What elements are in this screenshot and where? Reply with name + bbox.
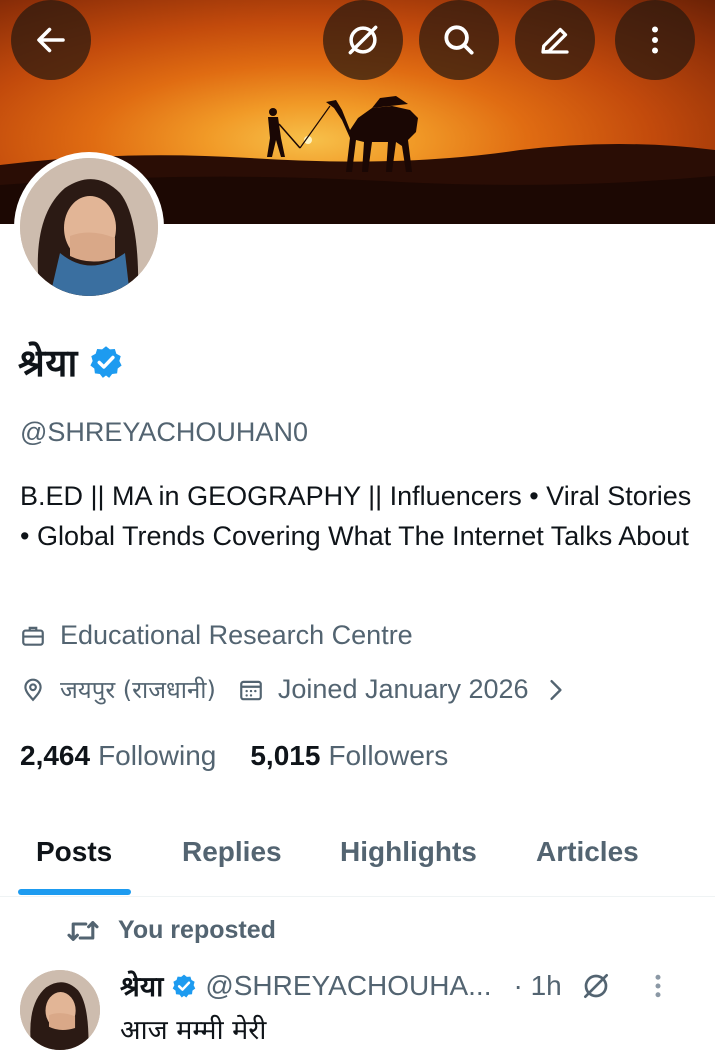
search-button[interactable] <box>419 0 499 80</box>
grok-button[interactable] <box>323 0 403 80</box>
tweet-author-name[interactable]: श्रेया <box>120 967 163 1005</box>
active-tab-indicator <box>18 889 131 895</box>
following-count: 2,464 <box>20 740 91 771</box>
tab-highlights[interactable]: Highlights <box>340 836 477 868</box>
profile-avatar[interactable] <box>14 152 164 302</box>
edit-button[interactable] <box>515 0 595 80</box>
profile-handle: @SHREYACHOUHAN0 <box>20 417 308 447</box>
profile-bio: B.ED || MA in GEOGRAPHY || Influencers •… <box>20 481 692 551</box>
profile-name: श्रेया <box>18 341 78 385</box>
tab-replies[interactable]: Replies <box>182 836 282 868</box>
tweet-header: श्रेया @SHREYACHOUHA... · 1h <box>120 967 664 1005</box>
tweet-author-avatar[interactable] <box>20 970 100 1050</box>
profile-category: Educational Research Centre <box>20 620 413 651</box>
grok-icon[interactable] <box>580 970 612 1002</box>
more-vertical-icon <box>652 26 658 54</box>
chevron-right-icon[interactable] <box>547 679 565 701</box>
joined-date: Joined January 2026 <box>277 674 529 704</box>
repost-indicator: You reposted <box>66 916 276 945</box>
verified-badge-icon <box>173 974 196 998</box>
grok-icon <box>348 25 378 55</box>
more-options-button[interactable] <box>615 0 695 80</box>
briefcase-icon <box>22 626 44 646</box>
search-icon <box>444 25 474 55</box>
avatar-photo <box>20 158 158 296</box>
followers-label: Followers <box>328 740 449 771</box>
calendar-icon <box>240 680 262 700</box>
tweet-more-icon[interactable] <box>652 971 664 1001</box>
category-text: Educational Research Centre <box>60 620 413 650</box>
following-label: Following <box>98 740 217 771</box>
back-arrow-icon <box>37 27 65 53</box>
repost-label: You reposted <box>118 916 276 944</box>
location-text: जयपुर (राजधानी) <box>60 676 216 704</box>
repost-icon <box>67 920 99 941</box>
tweet-timestamp: · 1h <box>513 970 562 1001</box>
edit-icon <box>541 27 569 54</box>
profile-tabs: Posts Replies Highlights Articles <box>0 826 715 897</box>
followers-count: 5,015 <box>250 740 321 771</box>
profile-name-row: श्रेया <box>18 336 124 388</box>
tab-posts[interactable]: Posts <box>36 836 112 868</box>
profile-meta-row: जयपुर (राजधानी) Joined January 2026 <box>20 673 565 706</box>
location-pin-icon <box>24 678 42 701</box>
follow-stats: 2,464 Following 5,015 Followers <box>20 740 448 772</box>
back-button[interactable] <box>11 0 91 80</box>
followers-link[interactable]: 5,015 Followers <box>250 740 448 772</box>
tweet-author-handle[interactable]: @SHREYACHOUHA... <box>205 970 491 1002</box>
verified-badge-icon[interactable] <box>88 344 124 380</box>
tab-articles[interactable]: Articles <box>536 836 639 868</box>
following-link[interactable]: 2,464 Following <box>20 740 216 772</box>
